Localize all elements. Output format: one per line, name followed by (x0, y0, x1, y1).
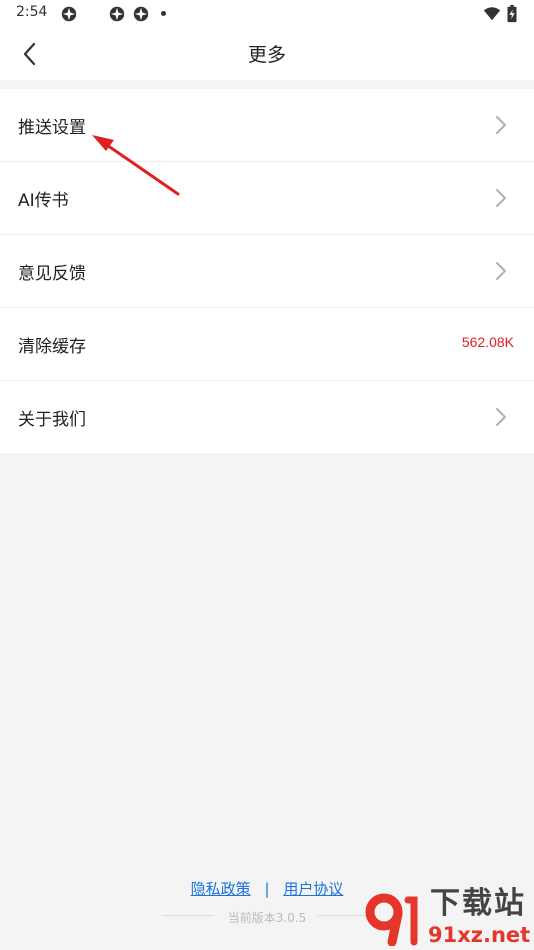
notification-icon (61, 6, 77, 22)
chevron-right-icon (496, 189, 506, 207)
privacy-policy-link[interactable]: 隐私政策 (191, 880, 251, 898)
more-notifications-dot (161, 11, 166, 16)
status-time: 2:54 (16, 4, 48, 20)
chevron-right-icon (496, 116, 506, 134)
site-watermark: 下载站 91xz.net (362, 888, 532, 948)
menu-item-label: 关于我们 (18, 410, 86, 430)
footer-separator: | (264, 880, 270, 898)
status-bar: 2:54 (0, 0, 534, 28)
watermark-domain: 91xz.net (428, 923, 531, 947)
settings-menu: 推送设置 AI传书 意见反馈 清除缓存 562.08K 关于我们 (0, 89, 534, 453)
top-app-bar: 更多 (0, 28, 534, 80)
divider (162, 915, 214, 916)
page-title: 更多 (247, 44, 286, 66)
chevron-right-icon (496, 262, 506, 280)
menu-item-label: 推送设置 (18, 118, 86, 138)
watermark-logo-icon (365, 893, 418, 946)
chevron-right-icon (496, 408, 506, 426)
menu-item-feedback[interactable]: 意见反馈 (0, 235, 534, 308)
menu-item-ai-transfer[interactable]: AI传书 (0, 162, 534, 235)
wifi-icon (483, 7, 501, 21)
battery-icon (507, 5, 517, 23)
user-agreement-link[interactable]: 用户协议 (283, 880, 343, 898)
menu-item-label: AI传书 (18, 191, 69, 211)
notification-icon (133, 6, 149, 22)
notification-icon (109, 6, 125, 22)
menu-item-label: 清除缓存 (18, 337, 86, 357)
menu-item-clear-cache[interactable]: 清除缓存 562.08K (0, 308, 534, 381)
watermark-brand: 下载站 (430, 886, 526, 921)
app-version: 当前版本3.0.5 (227, 911, 307, 925)
cache-size-value: 562.08K (461, 334, 514, 350)
menu-item-label: 意见反馈 (18, 264, 86, 284)
menu-item-push-settings[interactable]: 推送设置 (0, 89, 534, 162)
menu-item-about-us[interactable]: 关于我们 (0, 381, 534, 453)
